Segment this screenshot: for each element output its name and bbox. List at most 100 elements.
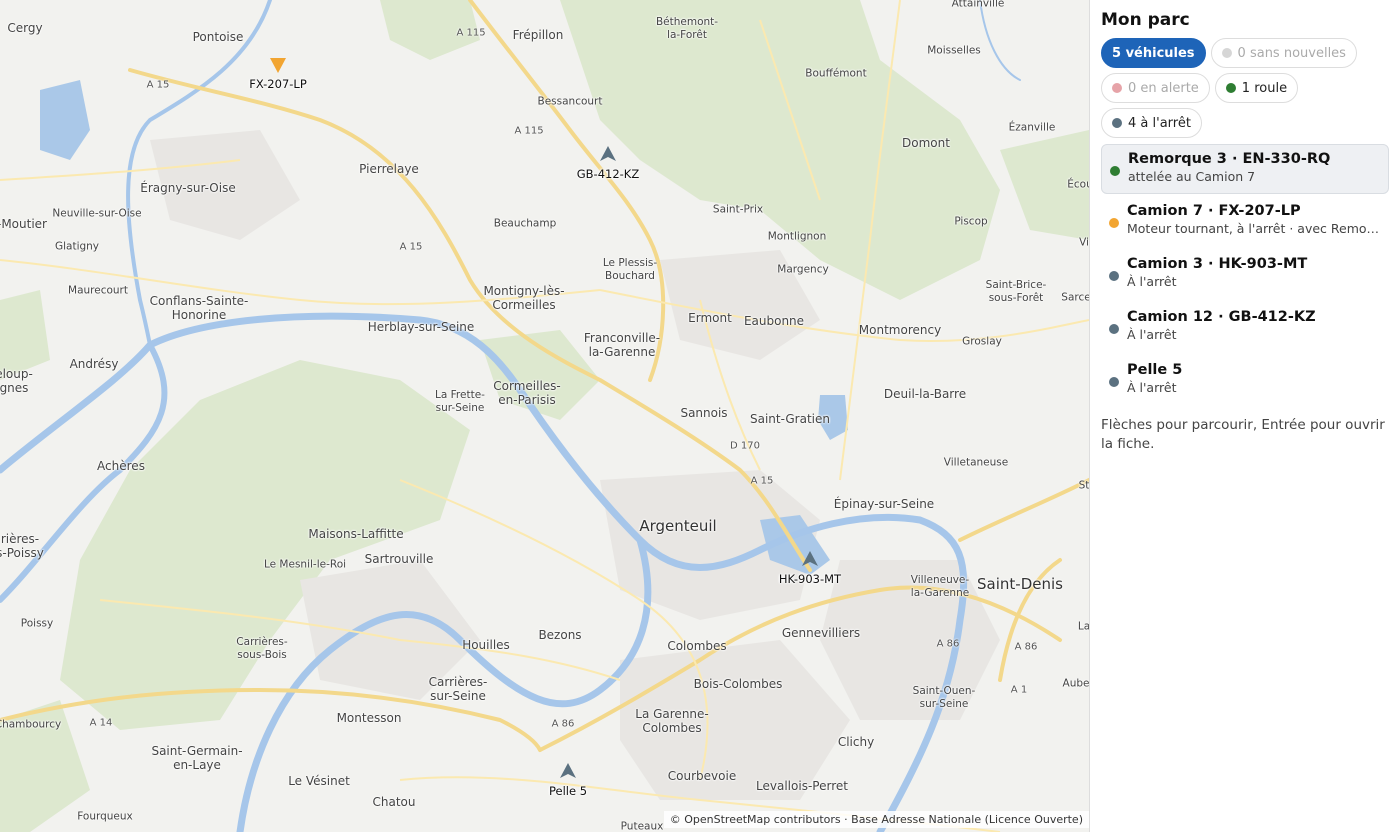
place-label: La Garenne- Colombes xyxy=(635,707,709,735)
status-dot-icon xyxy=(1112,118,1122,128)
place-label: Épinay-sur-Seine xyxy=(833,497,935,511)
filter-chip[interactable]: 0 sans nouvelles xyxy=(1210,38,1357,68)
status-dot-icon xyxy=(1110,166,1120,176)
filter-chip[interactable]: 0 en alerte xyxy=(1101,73,1210,103)
vehicle-marker-label: HK-903-MT xyxy=(778,572,842,586)
place-label: Piscop xyxy=(954,215,988,228)
filter-chip[interactable]: 5 véhicules xyxy=(1101,38,1206,68)
place-label: Saint-Germain-en-Laye xyxy=(151,744,243,772)
place-label: Colombes xyxy=(667,639,727,653)
place-label: Pontoise xyxy=(192,30,244,44)
place-label: Écou xyxy=(1067,178,1089,191)
place-label: Montmorency xyxy=(858,323,942,337)
vehicle-title: Camion 12 · GB-412-KZ xyxy=(1127,309,1316,325)
road-label: A 15 xyxy=(399,241,423,253)
vehicle-title: Pelle 5 xyxy=(1127,362,1183,378)
place-label: Saint-Ouen-sur-Seine xyxy=(912,685,976,710)
place-label: Villetaneuse xyxy=(943,456,1009,469)
road-label: A 115 xyxy=(456,27,486,39)
road-label: A 14 xyxy=(89,717,113,729)
place-label: La xyxy=(1077,620,1089,633)
fleet-panel: Mon parc 5 véhicules 0 sans nouvelles 0 en… xyxy=(1089,0,1400,832)
place-label: rières-s-Poissy xyxy=(0,532,44,560)
arrow-up-icon xyxy=(600,146,616,161)
place-label: Deuil-la-Barre xyxy=(883,387,967,401)
vehicle-list: Remorque 3 · EN-330-RQ attelée au Camion … xyxy=(1101,144,1389,406)
vehicle-list-item[interactable]: Pelle 5 À l'arrêt xyxy=(1101,356,1389,406)
place-label: Fourqueux xyxy=(77,810,133,823)
place-label: Courbevoie xyxy=(667,769,737,783)
place-label: Achères xyxy=(97,459,145,473)
vehicle-list-item[interactable]: Remorque 3 · EN-330-RQ attelée au Camion … xyxy=(1101,144,1389,194)
place-label: Herblay-sur-Seine xyxy=(367,320,475,334)
road-label: A 86 xyxy=(1014,641,1038,653)
status-dot-icon xyxy=(1109,377,1119,387)
place-label: Sartrouville xyxy=(364,552,434,566)
map-view[interactable]: Cergy Pontoise Frépillon Béthemont-la-Forêt… xyxy=(0,0,1089,832)
place-label: Sannois xyxy=(680,406,728,420)
place-label: Maurecourt xyxy=(68,284,128,297)
place-label: Bessancourt xyxy=(537,95,603,108)
place-label: Domont xyxy=(902,136,950,150)
place-label: eloup-gnes xyxy=(0,367,33,395)
place-label: Maisons-Laffitte xyxy=(308,527,404,541)
place-label: Montigny-lès- Cormeilles xyxy=(483,284,565,312)
filter-chip-label: 1 roule xyxy=(1241,80,1288,96)
vehicle-marker-label: FX-207-LP xyxy=(249,77,307,91)
filter-chip-label: 4 à l'arrêt xyxy=(1128,115,1191,131)
vehicle-marker-label: GB-412-KZ xyxy=(576,167,640,181)
place-label: Glatigny xyxy=(54,240,100,253)
place-label: Groslay xyxy=(962,335,1002,348)
filter-chip-label: 0 en alerte xyxy=(1128,80,1199,96)
keyboard-hint: Flèches pour parcourir, Entrée pour ouvr… xyxy=(1101,417,1385,452)
vehicle-status: Moteur tournant, à l'arrêt · avec Remorq… xyxy=(1127,221,1382,236)
status-dot-icon xyxy=(1221,48,1232,58)
panel-title: Mon parc xyxy=(1101,10,1190,30)
place-label: Puteaux xyxy=(620,820,664,832)
place-label: Conflans-Sainte- Honorine xyxy=(149,294,249,322)
place-label: Le Plessis- Bouchard xyxy=(602,257,658,282)
place-label: Vi xyxy=(1079,236,1089,249)
vehicle-title: Camion 3 · HK-903-MT xyxy=(1127,256,1308,272)
place-label: -Moutier xyxy=(0,217,47,231)
road-label: A 15 xyxy=(750,475,774,487)
place-label: Poissy xyxy=(20,617,54,630)
road-label: A 115 xyxy=(514,125,544,137)
place-label: Pierrelaye xyxy=(359,162,419,176)
place-label: Moisselles xyxy=(927,44,981,57)
place-label: Beauchamp xyxy=(493,217,557,230)
place-label: Cergy xyxy=(7,21,43,35)
place-label: La Frette-sur-Seine xyxy=(435,389,485,414)
place-label: Carrières-sous-Bois xyxy=(236,636,288,661)
place-label: Margency xyxy=(777,263,829,276)
place-label: Houilles xyxy=(462,638,510,652)
vehicle-list-item[interactable]: Camion 3 · HK-903-MT À l'arrêt xyxy=(1101,250,1389,300)
filter-chip-label: 5 véhicules xyxy=(1112,45,1195,61)
place-label: Aube xyxy=(1062,677,1089,690)
place-label: Attainville xyxy=(951,0,1005,10)
vehicle-list-item[interactable]: Camion 12 · GB-412-KZ À l'arrêt xyxy=(1101,303,1389,353)
place-label: Saint-Denis xyxy=(977,575,1063,593)
status-dot-icon xyxy=(1109,324,1119,334)
vehicle-title: Remorque 3 · EN-330-RQ xyxy=(1128,151,1331,167)
arrow-down-icon xyxy=(270,58,286,73)
place-label: Béthemont-la-Forêt xyxy=(655,16,719,41)
place-label: Frépillon xyxy=(512,28,564,42)
filter-chip[interactable]: 4 à l'arrêt xyxy=(1101,108,1202,138)
place-label: Bois-Colombes xyxy=(693,677,783,691)
place-label: Chambourcy xyxy=(0,718,62,731)
place-label: Gennevilliers xyxy=(781,626,861,640)
filter-chips: 5 véhicules 0 sans nouvelles 0 en alerte 1 … xyxy=(1101,38,1361,138)
place-label: Montlignon xyxy=(767,230,827,243)
vehicle-list-item[interactable]: Camion 7 · FX-207-LP Moteur tournant, à l… xyxy=(1101,197,1389,247)
place-label: Éragny-sur-Oise xyxy=(140,181,236,195)
filter-chip[interactable]: 1 roule xyxy=(1214,73,1299,103)
place-label: Saint-Brice-sous-Forêt xyxy=(985,279,1047,304)
status-dot-icon xyxy=(1225,83,1236,93)
road-label: A 15 xyxy=(146,79,170,91)
place-label: Le Vésinet xyxy=(288,774,350,788)
vehicle-status: À l'arrêt xyxy=(1127,380,1177,395)
map-attribution[interactable]: © OpenStreetMap contributors · Base Adre… xyxy=(663,811,1089,828)
vehicle-status: À l'arrêt xyxy=(1127,327,1177,342)
filter-chip-label: 0 sans nouvelles xyxy=(1237,45,1346,61)
